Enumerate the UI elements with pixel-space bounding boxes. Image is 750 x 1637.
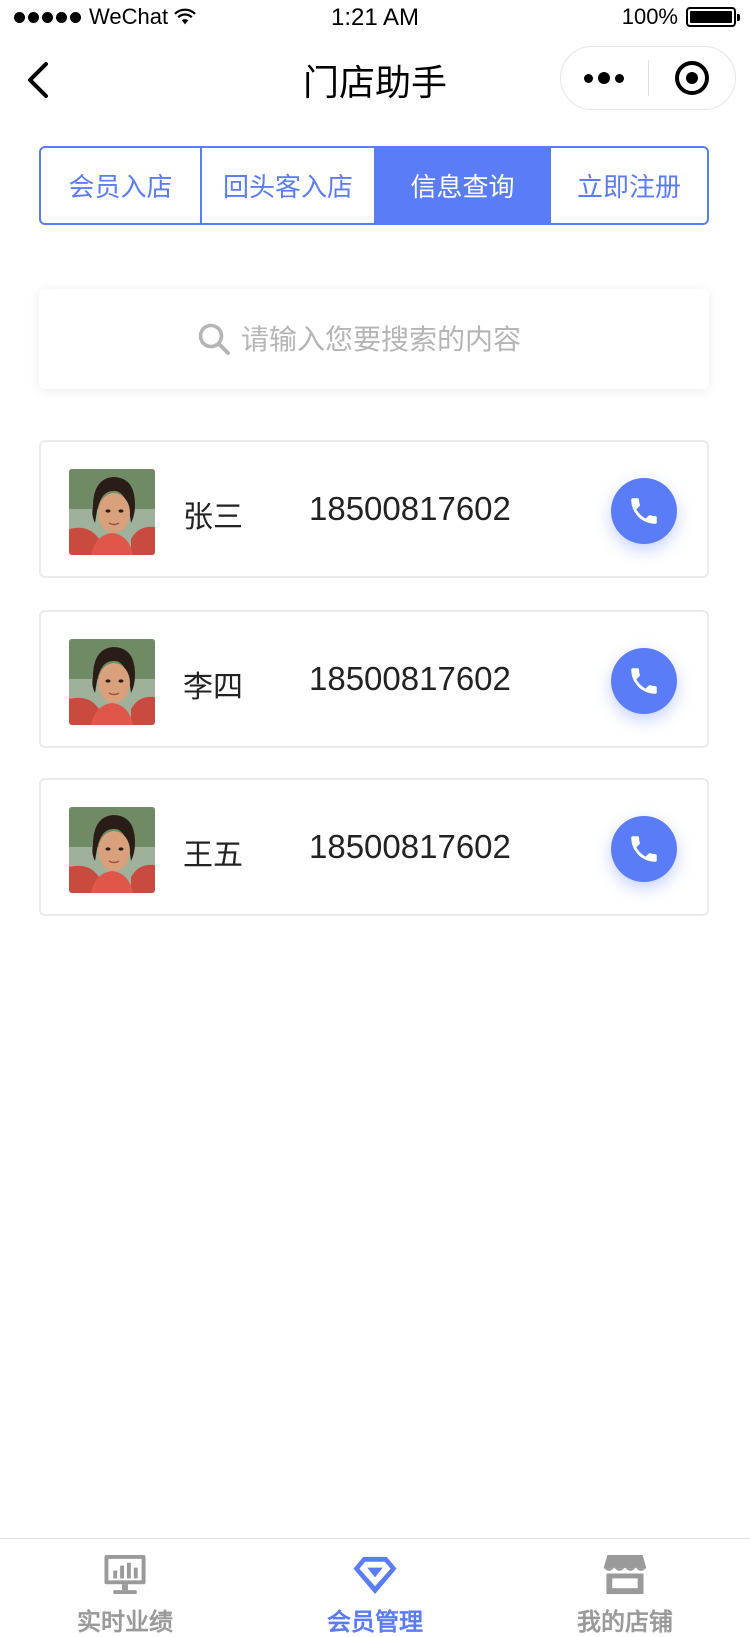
chart-monitor-icon	[104, 1554, 146, 1595]
call-button[interactable]	[611, 648, 677, 714]
member-card[interactable]: 张三 18500817602	[39, 440, 709, 578]
avatar	[69, 807, 155, 893]
phone-icon	[631, 836, 657, 862]
member-card[interactable]: 李四 18500817602	[39, 610, 709, 748]
phone-icon	[631, 498, 657, 524]
member-phone: 18500817602	[309, 490, 511, 527]
search-icon	[198, 323, 230, 355]
tab-returning-customer[interactable]: 回头客入店	[202, 148, 376, 223]
member-phone: 18500817602	[309, 828, 511, 865]
tabbar-label: 会员管理	[327, 1608, 423, 1636]
target-icon	[674, 61, 709, 95]
segment-tabs: 会员入店 回头客入店 信息查询 立即注册	[39, 146, 709, 225]
tabbar-label: 我的店铺	[577, 1608, 673, 1636]
status-right: 100%	[621, 4, 740, 30]
more-dots-icon	[584, 73, 594, 83]
avatar	[69, 469, 155, 555]
more-button[interactable]	[561, 46, 648, 110]
member-phone: 18500817602	[309, 660, 511, 697]
member-name: 李四	[183, 670, 243, 705]
tabbar-label: 实时业绩	[77, 1608, 173, 1636]
battery-icon	[686, 7, 740, 27]
avatar	[69, 639, 155, 725]
battery-fill	[690, 11, 732, 23]
battery-percent: 100%	[621, 4, 678, 29]
phone-icon	[631, 668, 657, 694]
member-list: 张三 18500817602 李四 18500817602 王五 1850081…	[39, 440, 709, 948]
tab-register-now[interactable]: 立即注册	[551, 148, 707, 223]
tabbar-item-performance[interactable]: 实时业绩	[0, 1539, 250, 1637]
search-input[interactable]	[241, 322, 551, 356]
search-bar[interactable]	[39, 289, 709, 389]
bottom-tab-bar: 实时业绩 会员管理 我的店铺	[0, 1538, 750, 1637]
member-card[interactable]: 王五 18500817602	[39, 778, 709, 916]
tab-info-query[interactable]: 信息查询	[376, 148, 551, 223]
miniprogram-capsule	[560, 46, 736, 110]
tab-member-checkin[interactable]: 会员入店	[41, 148, 202, 223]
status-bar: WeChat 1:21 AM 100%	[0, 0, 750, 38]
member-name: 王五	[183, 838, 243, 873]
member-name: 张三	[183, 500, 243, 535]
call-button[interactable]	[611, 816, 677, 882]
call-button[interactable]	[611, 478, 677, 544]
tabbar-item-store[interactable]: 我的店铺	[500, 1539, 750, 1637]
close-miniprogram-button[interactable]	[649, 46, 736, 110]
nav-bar: 门店助手	[0, 40, 750, 120]
store-icon	[602, 1554, 648, 1595]
diamond-icon	[353, 1556, 397, 1595]
tabbar-item-members[interactable]: 会员管理	[250, 1539, 500, 1637]
